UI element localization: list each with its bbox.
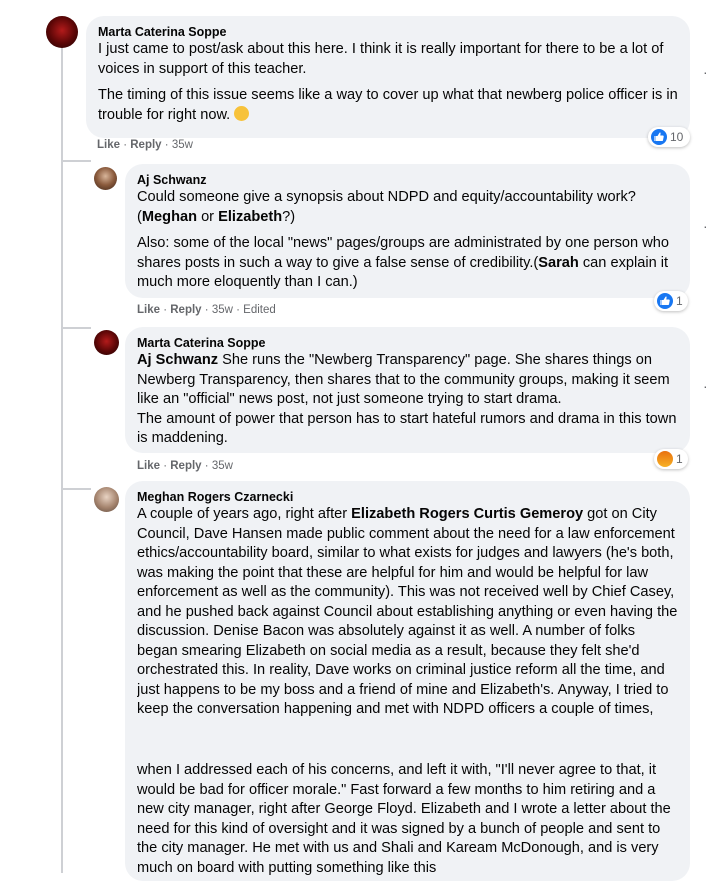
comment-author[interactable]: Marta Caterina Soppe: [137, 335, 678, 351]
reaction-count: 1: [676, 294, 683, 308]
reaction-summary[interactable]: 1: [654, 449, 688, 469]
thread-line-branch-1: [61, 160, 91, 162]
comment-author[interactable]: Marta Caterina Soppe: [98, 24, 678, 40]
top-dot: ·: [146, 0, 151, 6]
angry-reaction-icon: [657, 451, 673, 467]
reply-button[interactable]: Reply: [170, 304, 201, 316]
reply-button[interactable]: Reply: [170, 460, 201, 472]
comment-bubble: Marta Caterina Soppe I just came to post…: [86, 16, 690, 138]
comment-text: I just came to post/ask about this here.…: [98, 41, 664, 77]
comment-bubble: Aj Schwanz Could someone give a synopsis…: [125, 164, 690, 298]
reply-button[interactable]: Reply: [130, 139, 161, 151]
comment-text: A couple of years ago, right after Eliza…: [137, 506, 678, 717]
reaction-count: 10: [670, 130, 684, 144]
comment-bubble: Meghan Rogers Czarnecki A couple of year…: [125, 481, 690, 881]
comment-text-continued: when I addressed each of his concerns, a…: [137, 762, 671, 876]
thread-line-branch-2: [61, 327, 91, 329]
mention-link[interactable]: Aj Schwanz: [137, 352, 218, 368]
reaction-count: 1: [676, 452, 683, 466]
thread-line-main: [61, 46, 63, 873]
like-reaction-icon: [651, 129, 667, 145]
like-reaction-icon: [657, 293, 673, 309]
mention-link[interactable]: Sarah: [538, 255, 579, 271]
like-button[interactable]: Like: [137, 304, 160, 316]
avatar[interactable]: [94, 487, 119, 512]
timestamp[interactable]: 35w: [212, 460, 233, 472]
more-options-icon[interactable]: ·: [703, 378, 708, 394]
comment-text-2: Also: some of the local "news" pages/gro…: [137, 235, 669, 290]
comment-author[interactable]: Aj Schwanz: [137, 172, 678, 188]
comment-actions: Like · Reply · 35w: [97, 139, 193, 151]
like-button[interactable]: Like: [97, 139, 120, 151]
comment-author[interactable]: Meghan Rogers Czarnecki: [137, 489, 678, 505]
more-options-icon[interactable]: ·: [703, 218, 708, 234]
avatar[interactable]: [94, 330, 119, 355]
like-button[interactable]: Like: [137, 460, 160, 472]
comment-actions: Like · Reply · 35w · Edited: [137, 304, 276, 316]
comment-text: Could someone give a synopsis about NDPD…: [137, 189, 636, 225]
grimace-emoji-icon: [234, 105, 250, 121]
thread-line-branch-3: [61, 488, 91, 490]
comment-text: Aj Schwanz She runs the "Newberg Transpa…: [137, 352, 677, 446]
avatar[interactable]: [94, 167, 117, 190]
mention-link[interactable]: Elizabeth Rogers Curtis Gemeroy: [351, 506, 583, 522]
edited-label: Edited: [243, 304, 276, 316]
comment-actions: Like · Reply · 35w: [137, 460, 233, 472]
more-options-icon[interactable]: ·: [703, 64, 708, 80]
mention-link[interactable]: Elizabeth: [218, 209, 282, 225]
comment-bubble: Marta Caterina Soppe Aj Schwanz She runs…: [125, 327, 690, 453]
timestamp[interactable]: 35w: [212, 304, 233, 316]
reaction-summary[interactable]: 10: [648, 127, 690, 147]
comment-text-2: The timing of this issue seems like a wa…: [98, 87, 678, 123]
timestamp[interactable]: 35w: [172, 139, 193, 151]
avatar[interactable]: [46, 16, 78, 48]
reaction-summary[interactable]: 1: [654, 291, 688, 311]
mention-link[interactable]: Meghan: [142, 209, 197, 225]
